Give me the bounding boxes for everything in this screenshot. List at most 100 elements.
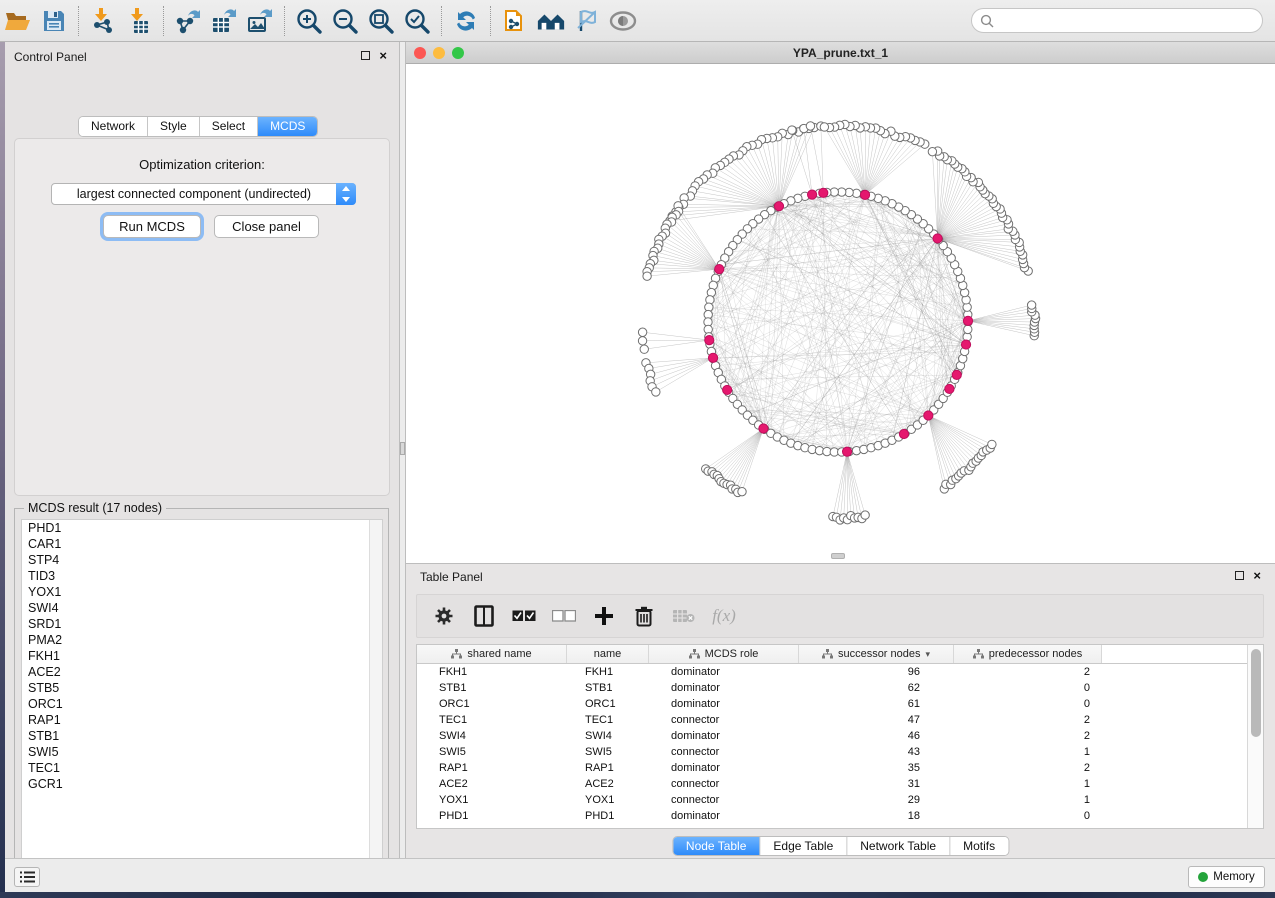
tab-select[interactable]: Select <box>200 117 258 136</box>
search-input[interactable] <box>999 11 1239 31</box>
column-header-shared-name[interactable]: shared name <box>417 645 567 663</box>
table-row[interactable]: YOX1YOX1connector291 <box>417 792 1247 808</box>
tab-edge-table[interactable]: Edge Table <box>760 837 847 855</box>
import-network-icon[interactable] <box>88 6 118 36</box>
mcds-result-item[interactable]: SRD1 <box>22 616 382 632</box>
table-row[interactable]: SWI4SWI4dominator462 <box>417 728 1247 744</box>
toolbar-separator <box>284 6 285 36</box>
network-overview-icon[interactable] <box>536 6 566 36</box>
mcds-result-item[interactable]: SWI5 <box>22 744 382 760</box>
table-cell: connector <box>649 712 799 728</box>
refresh-icon[interactable] <box>451 6 481 36</box>
mcds-result-item[interactable]: TID3 <box>22 568 382 584</box>
open-file-icon[interactable] <box>3 6 33 36</box>
column-tree-icon <box>822 649 833 659</box>
vertical-splitter[interactable] <box>399 42 406 860</box>
column-header-successor-nodes[interactable]: successor nodes▾ <box>799 645 954 663</box>
zoom-fit-icon[interactable] <box>366 6 396 36</box>
deselect-all-checkboxes-icon[interactable] <box>551 603 577 629</box>
select-all-checkboxes-icon[interactable] <box>511 603 537 629</box>
table-cell: 35 <box>799 760 954 776</box>
horizontal-splitter-handle[interactable] <box>831 553 845 559</box>
network-canvas[interactable] <box>406 64 1275 563</box>
toolbar-separator <box>441 6 442 36</box>
list-icon <box>20 871 35 883</box>
table-options-gear-icon[interactable] <box>431 603 457 629</box>
import-table-icon[interactable] <box>124 6 154 36</box>
zoom-out-icon[interactable] <box>330 6 360 36</box>
table-scrollbar[interactable] <box>1247 645 1263 828</box>
table-cell: YOX1 <box>567 792 649 808</box>
mcds-result-item[interactable]: YOX1 <box>22 584 382 600</box>
column-header-name[interactable]: name <box>567 645 649 663</box>
table-row[interactable]: ORC1ORC1dominator610 <box>417 696 1247 712</box>
table-cell: dominator <box>649 760 799 776</box>
show-columns-icon[interactable] <box>471 603 497 629</box>
add-column-icon[interactable] <box>591 603 617 629</box>
tab-node-table[interactable]: Node Table <box>673 837 761 855</box>
mcds-result-item[interactable]: RAP1 <box>22 712 382 728</box>
close-panel-icon[interactable]: × <box>1253 571 1261 580</box>
mcds-result-item[interactable]: STB1 <box>22 728 382 744</box>
float-panel-icon[interactable] <box>1235 571 1244 580</box>
clone-network-icon[interactable] <box>500 6 530 36</box>
column-header-predecessor-nodes[interactable]: predecessor nodes <box>954 645 1102 663</box>
tab-network-table[interactable]: Network Table <box>847 837 950 855</box>
tab-network[interactable]: Network <box>79 117 148 136</box>
export-table-icon[interactable] <box>209 6 239 36</box>
close-panel-button[interactable]: Close panel <box>214 215 319 238</box>
zoom-in-icon[interactable] <box>294 6 324 36</box>
export-image-icon[interactable] <box>245 6 275 36</box>
table-row[interactable]: TEC1TEC1connector472 <box>417 712 1247 728</box>
network-window-title: YPA_prune.txt_1 <box>406 46 1275 60</box>
table-row[interactable]: STB1STB1dominator620 <box>417 680 1247 696</box>
tab-motifs[interactable]: Motifs <box>950 837 1008 855</box>
mcds-result-item[interactable]: CAR1 <box>22 536 382 552</box>
table-cell: PHD1 <box>567 808 649 824</box>
task-history-button[interactable] <box>14 867 40 887</box>
mcds-result-title: MCDS result (17 nodes) <box>24 501 166 515</box>
mcds-result-item[interactable]: GCR1 <box>22 776 382 792</box>
splitter-handle[interactable] <box>400 442 405 455</box>
float-panel-icon[interactable] <box>361 51 370 60</box>
table-scrollbar-thumb[interactable] <box>1251 649 1261 737</box>
mcds-result-item[interactable]: FKH1 <box>22 648 382 664</box>
save-session-icon[interactable] <box>39 6 69 36</box>
tab-style[interactable]: Style <box>148 117 200 136</box>
table-cell: connector <box>649 776 799 792</box>
column-header-label: name <box>594 648 622 660</box>
column-header-label: successor nodes <box>838 648 921 660</box>
criterion-select[interactable]: largest connected component (undirected) <box>51 183 356 205</box>
mcds-result-item[interactable]: STB5 <box>22 680 382 696</box>
network-window-titlebar[interactable]: YPA_prune.txt_1 <box>406 42 1275 64</box>
mcds-result-item[interactable]: STP4 <box>22 552 382 568</box>
table-cell: 18 <box>799 808 954 824</box>
table-row[interactable]: SWI5SWI5connector431 <box>417 744 1247 760</box>
run-mcds-button[interactable]: Run MCDS <box>103 215 201 238</box>
mcds-result-item[interactable]: SWI4 <box>22 600 382 616</box>
memory-button[interactable]: Memory <box>1188 866 1265 888</box>
show-hide-graphics-details-icon[interactable] <box>572 6 602 36</box>
mcds-list-scrollbar[interactable] <box>369 520 382 873</box>
mcds-result-item[interactable]: ACE2 <box>22 664 382 680</box>
export-network-icon[interactable] <box>173 6 203 36</box>
table-row[interactable]: ACE2ACE2connector311 <box>417 776 1247 792</box>
table-row[interactable]: RAP1RAP1dominator352 <box>417 760 1247 776</box>
table-row[interactable]: PHD1PHD1dominator180 <box>417 808 1247 824</box>
zoom-selected-icon[interactable] <box>402 6 432 36</box>
mcds-result-item[interactable]: PHD1 <box>22 520 382 536</box>
close-panel-icon[interactable]: × <box>379 51 387 60</box>
column-header-MCDS-role[interactable]: MCDS role <box>649 645 799 663</box>
delete-columns-icon[interactable] <box>631 603 657 629</box>
network-view-panel: YPA_prune.txt_1 <box>406 42 1275 563</box>
mcds-result-item[interactable]: ORC1 <box>22 696 382 712</box>
criterion-selected-value: largest connected component (undirected) <box>52 187 336 201</box>
table-cell: dominator <box>649 696 799 712</box>
mcds-result-item[interactable]: TEC1 <box>22 760 382 776</box>
table-cell: connector <box>649 744 799 760</box>
table-row[interactable]: FKH1FKH1dominator962 <box>417 664 1247 680</box>
network-graph[interactable] <box>406 64 1275 563</box>
mcds-result-item[interactable]: PMA2 <box>22 632 382 648</box>
show-hide-annotations-icon[interactable] <box>608 6 638 36</box>
tab-mcds[interactable]: MCDS <box>258 117 317 136</box>
